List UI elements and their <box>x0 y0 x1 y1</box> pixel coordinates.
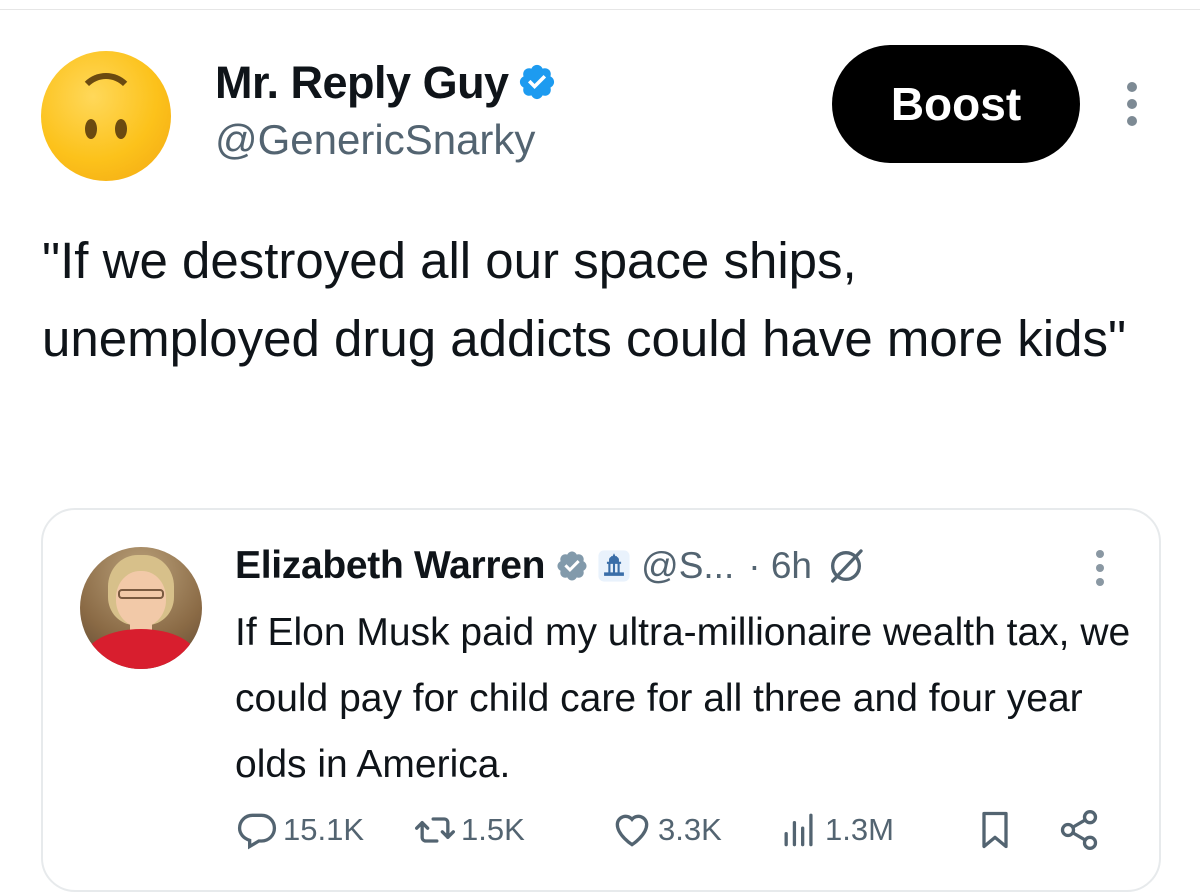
repost-icon <box>415 817 455 843</box>
verified-gray-badge-icon <box>557 551 587 581</box>
heart-icon <box>615 814 649 847</box>
avatar-upside-down-face-icon[interactable] <box>41 51 171 181</box>
quoted-post-text: If Elon Musk paid my ultra-millionaire w… <box>235 611 1131 786</box>
dot <box>1096 550 1104 558</box>
quoted-author-handle[interactable]: @S... <box>641 545 734 587</box>
repost-count: 1.5K <box>461 812 525 847</box>
grok-icon[interactable] <box>826 546 866 586</box>
views-button[interactable]: 1.3M <box>777 808 894 852</box>
author-display-name[interactable]: Mr. Reply Guy <box>215 57 557 109</box>
author-handle[interactable]: @GenericSnarky <box>215 116 535 164</box>
emoji-eye-left <box>85 119 97 139</box>
dot <box>1096 564 1104 572</box>
avatar-face <box>116 571 166 627</box>
emoji-eye-right <box>115 119 127 139</box>
avatar-glasses <box>118 589 164 599</box>
like-button[interactable]: 3.3K <box>610 808 722 852</box>
like-count: 3.3K <box>658 812 722 847</box>
share-button[interactable] <box>1057 808 1101 852</box>
more-options-icon[interactable] <box>1124 82 1140 128</box>
views-count: 1.3M <box>825 812 894 847</box>
bookmark-button[interactable] <box>973 808 1017 852</box>
boost-button[interactable]: Boost <box>832 45 1080 163</box>
share-icon <box>1060 810 1098 850</box>
dot <box>1127 116 1137 126</box>
analytics-icon <box>784 813 813 847</box>
quoted-post-header: Elizabeth Warren @S... · 6h <box>235 540 866 592</box>
reply-button[interactable]: 15.1K <box>235 808 364 852</box>
avatar-jacket <box>84 629 198 669</box>
bookmark-icon <box>982 811 1008 849</box>
quoted-author-name[interactable]: Elizabeth Warren <box>235 544 545 588</box>
post-text: "If we destroyed all our space ships, un… <box>42 232 1127 367</box>
dot <box>1096 578 1104 586</box>
dot <box>1127 82 1137 92</box>
quoted-more-options-icon[interactable] <box>1096 550 1106 592</box>
author-name-text: Mr. Reply Guy <box>215 57 509 108</box>
verified-badge-icon <box>519 65 554 100</box>
top-divider <box>0 9 1200 10</box>
dot <box>1127 99 1137 109</box>
repost-button[interactable]: 1.5K <box>413 808 525 852</box>
quoted-author-avatar[interactable] <box>80 547 202 669</box>
government-capitol-badge-icon <box>598 550 630 582</box>
quoted-post-time[interactable]: · 6h <box>748 545 812 587</box>
action-bar: 15.1K 1.5K 3.3K 1.3M <box>235 808 1115 858</box>
reply-icon <box>237 813 277 850</box>
reply-count: 15.1K <box>283 812 365 847</box>
